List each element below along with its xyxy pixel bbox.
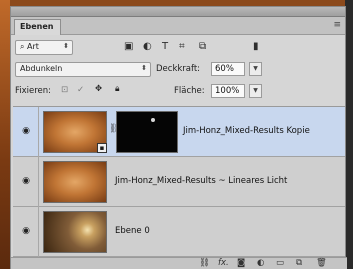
lock-all-icon[interactable]: 🔒︎ — [115, 84, 120, 94]
layer-row[interactable]: ◉ ▪ ⛓︎ Jim-Honz_Mixed-Results Kopie — [13, 107, 345, 157]
fill-field[interactable]: 100% — [211, 84, 245, 98]
type-filter-icon[interactable]: T — [162, 39, 168, 55]
layer-name[interactable]: Jim-Honz_Mixed-Results Kopie — [183, 126, 310, 136]
shape-filter-icon[interactable]: ⌗ — [179, 39, 185, 55]
adjustment-filter-icon[interactable]: ◐ — [143, 39, 152, 55]
search-icon: ⌕ — [20, 42, 25, 51]
lock-position-icon[interactable]: ✥ — [95, 84, 102, 94]
lock-paint-icon[interactable]: ✓ — [77, 85, 84, 95]
add-mask-icon[interactable]: ◙ — [237, 258, 245, 269]
eye-icon[interactable]: ◉ — [20, 226, 32, 236]
filter-toggle-icon[interactable]: ▮ — [253, 39, 259, 55]
fx-icon[interactable]: fx. — [218, 258, 229, 269]
layer-row[interactable]: ◉ Ebene 0 — [13, 207, 345, 257]
smart-object-filter-icon[interactable]: ⧉ — [199, 39, 206, 55]
blend-mode-select[interactable]: Abdunkeln ⬍ — [15, 62, 151, 77]
opacity-dropdown-icon[interactable]: ▼ — [249, 62, 262, 76]
layers-list: ◉ ▪ ⛓︎ Jim-Honz_Mixed-Results Kopie ◉ Ji… — [13, 106, 345, 257]
new-layer-icon[interactable]: ⧉ — [296, 258, 302, 269]
panel-tab-row: Ebenen ≡ — [11, 17, 345, 35]
trash-icon[interactable]: 🗑︎ — [316, 258, 327, 269]
image-filter-icon[interactable]: ▣ — [124, 39, 133, 55]
adjustment-layer-icon[interactable]: ◐ — [257, 258, 264, 269]
fill-label: Fläche: — [174, 86, 205, 96]
chevron-updown-icon: ⬍ — [63, 42, 69, 50]
layer-thumbnail — [43, 161, 107, 203]
eye-icon[interactable]: ◉ — [20, 126, 32, 136]
filter-kind-select[interactable]: ⌕ Art ⬍ — [15, 40, 73, 55]
smart-object-badge-icon: ▪ — [97, 143, 107, 153]
eye-icon[interactable]: ◉ — [20, 176, 32, 186]
filter-kind-label: Art — [27, 42, 39, 51]
panel-menu-icon[interactable]: ≡ — [333, 20, 341, 30]
background-right-edge — [345, 0, 353, 269]
panel-title-bar[interactable] — [11, 7, 345, 17]
layer-name[interactable]: Ebene 0 — [115, 226, 150, 236]
lock-transparent-icon[interactable]: ⊡ — [61, 85, 68, 95]
tab-ebenen[interactable]: Ebenen — [14, 19, 62, 35]
opacity-label: Deckkraft: — [156, 64, 201, 74]
opacity-field[interactable]: 60% — [211, 62, 245, 76]
layers-panel: Ebenen ≡ ⌕ Art ⬍ ▣ ◐ T ⌗ ⧉ ▮ Abdunkeln ⬍… — [10, 6, 347, 269]
layer-thumbnail — [43, 211, 107, 253]
layers-bottom-toolbar: ⛓︎ fx. ◙ ◐ ▭ ⧉ 🗑︎ — [11, 257, 347, 269]
layer-name[interactable]: Jim-Honz_Mixed-Results ~ Lineares Licht — [115, 176, 287, 186]
blend-mode-value: Abdunkeln — [20, 64, 63, 73]
chevron-updown-icon: ⬍ — [141, 64, 147, 72]
fill-dropdown-icon[interactable]: ▼ — [249, 84, 262, 98]
layer-row[interactable]: ◉ Jim-Honz_Mixed-Results ~ Lineares Lich… — [13, 157, 345, 207]
background-left-edge — [0, 0, 10, 269]
group-icon[interactable]: ▭ — [276, 258, 284, 269]
lock-label: Fixieren: — [15, 86, 52, 96]
link-layers-icon[interactable]: ⛓︎ — [199, 258, 210, 269]
layer-mask-thumbnail[interactable] — [116, 111, 178, 153]
